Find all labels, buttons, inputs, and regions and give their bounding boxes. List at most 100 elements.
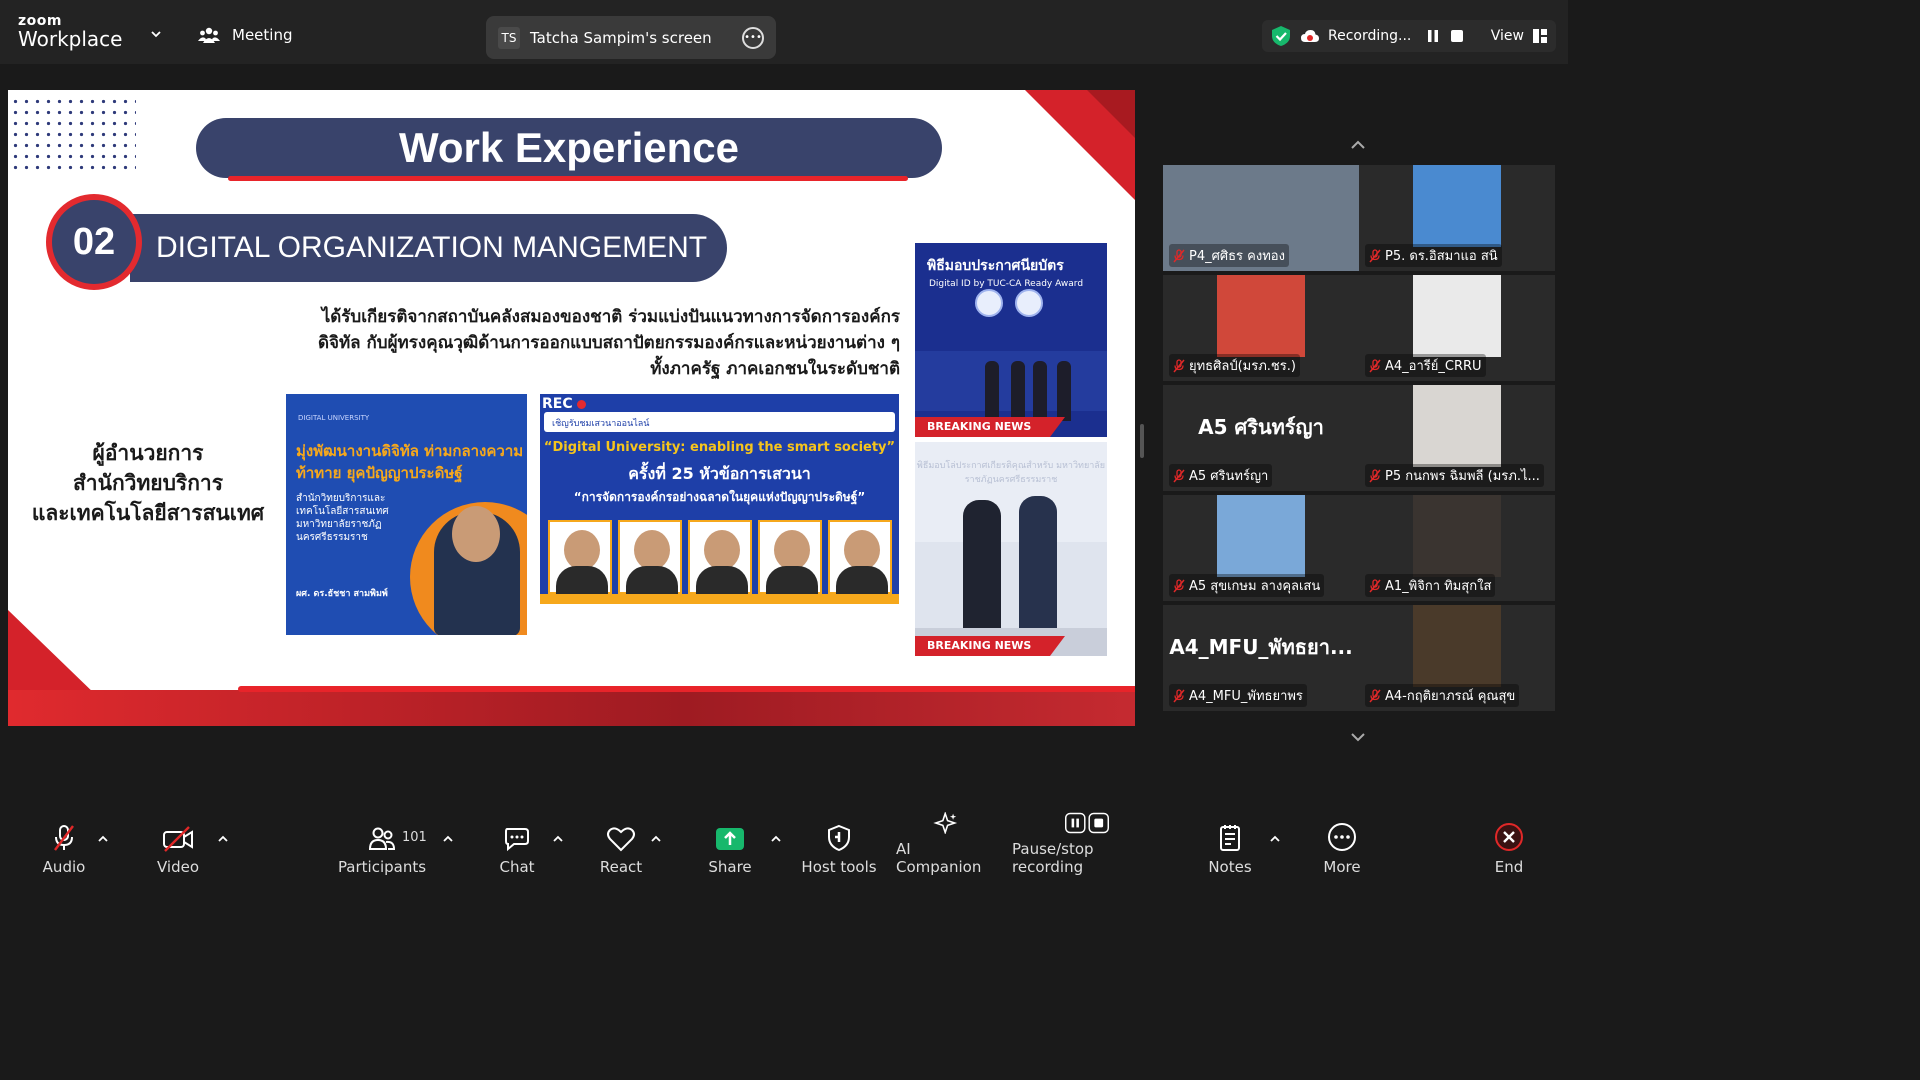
slide-description: ได้รับเกียรติจากสถาบันคลังสมองของชาติ ร่… xyxy=(317,307,900,379)
breaking-news-label: BREAKING NEWS xyxy=(915,417,1065,437)
shield-check-icon[interactable] xyxy=(1270,25,1292,47)
caret-up-icon[interactable] xyxy=(1269,834,1281,844)
participant-video xyxy=(1217,275,1305,357)
shield-icon xyxy=(828,824,850,852)
participant-tile[interactable]: A4_อารีย์_CRRU xyxy=(1359,275,1555,381)
react-button[interactable]: React xyxy=(598,812,644,882)
role-text: ผู้อำนวยการ สำนักวิทยบริการ และเทคโนโลยี… xyxy=(16,438,280,528)
caret-up-icon[interactable] xyxy=(97,834,109,844)
view-layout-icon xyxy=(1533,29,1547,43)
stop-recording-icon[interactable] xyxy=(1449,28,1465,44)
participant-tile[interactable]: P5 กนกพร ฉิมพลี (มรภ.ไ... xyxy=(1359,385,1555,491)
muted-mic-icon xyxy=(1369,688,1381,702)
participant-name-label: A1_พิจิกา ทิมสุกใส xyxy=(1365,574,1496,597)
participant-name-label: A5 สุขเกษม ลางคุลเสน xyxy=(1169,574,1325,597)
participant-name-label: P5 กนกพร ฉิมพลี (มรภ.ไ... xyxy=(1365,464,1544,487)
chevron-down-icon[interactable] xyxy=(1349,728,1367,746)
chat-button[interactable]: Chat xyxy=(494,812,540,882)
ceremony-wall-text: พิธีมอบโล่ประกาศเกียรติคุณสำหรับ มหาวิทย… xyxy=(915,442,1107,542)
speaker-name-strip xyxy=(540,594,899,604)
participant-name-label: P5. ดร.อิสมาแอ สนิ xyxy=(1365,244,1502,267)
caret-up-icon[interactable] xyxy=(770,834,782,844)
muted-mic-icon xyxy=(1173,468,1185,482)
chevron-down-icon[interactable] xyxy=(150,28,162,40)
participant-name-display: A4_MFU_พัทธยา... xyxy=(1169,635,1353,659)
rec-dot-icon xyxy=(576,399,586,409)
participant-tile[interactable]: P5. ดร.อิสมาแอ สนิ xyxy=(1359,165,1555,271)
speaker-photo xyxy=(548,520,612,596)
participant-video xyxy=(1413,275,1501,357)
participants-button[interactable]: Participants xyxy=(338,812,426,882)
person-figure xyxy=(985,361,999,421)
participant-name-label: ยุทธศิลป์(มรภ.ชร.) xyxy=(1169,354,1300,377)
participant-name: A4_อารีย์_CRRU xyxy=(1385,359,1482,374)
participant-tile[interactable]: ยุทธศิลป์(มรภ.ชร.) xyxy=(1163,275,1359,381)
notes-icon xyxy=(1220,825,1240,851)
end-label: End xyxy=(1494,858,1524,876)
participant-tile[interactable]: A1_พิจิกา ทิมสุกใส xyxy=(1359,495,1555,601)
more-options-icon[interactable]: ••• xyxy=(742,26,764,49)
muted-mic-icon xyxy=(54,825,74,851)
section-number-badge: 02 xyxy=(46,194,142,290)
rec-indicator: REC xyxy=(542,396,586,412)
meeting-toolbar: Audio Video Participants 101 Chat React … xyxy=(0,812,1568,882)
bottom-red-line xyxy=(238,686,1135,692)
slide-title: Work Experience xyxy=(196,118,942,178)
participants-icon xyxy=(368,827,396,850)
end-meeting-button[interactable]: End xyxy=(1488,812,1530,882)
participant-video xyxy=(1413,605,1501,687)
pause-stop-recording-button[interactable]: Pause/stop recording xyxy=(1012,812,1162,882)
participant-tile[interactable]: A5 สุขเกษม ลางคุลเสน xyxy=(1163,495,1359,601)
caret-up-icon[interactable] xyxy=(552,834,564,844)
host-tools-button[interactable]: Host tools xyxy=(800,812,878,882)
pause-recording-icon[interactable] xyxy=(1425,28,1441,44)
shared-screen: Work Experience DIGITAL ORGANIZATION MAN… xyxy=(8,90,1135,726)
notes-label: Notes xyxy=(1208,858,1252,876)
screen-share-label: Tatcha Sampim's screen xyxy=(530,28,712,47)
poster-subtext: สำนักวิทยบริการและเทคโนโลยีสารสนเทศ มหาว… xyxy=(296,493,389,543)
recording-status: Recording... xyxy=(1328,28,1412,44)
participant-name: A4-กฤติยาภรณ์ คุณสุข xyxy=(1385,689,1516,704)
caret-up-icon[interactable] xyxy=(442,834,454,844)
view-button[interactable]: View xyxy=(1491,28,1548,44)
more-icon xyxy=(1328,823,1356,851)
pause-stop-label: Pause/stop recording xyxy=(1012,840,1094,876)
muted-mic-icon xyxy=(1369,358,1381,372)
meeting-info-button[interactable]: Meeting xyxy=(198,26,292,44)
bottom-red-band xyxy=(8,690,1135,726)
participant-tile[interactable]: A4-กฤติยาภรณ์ คุณสุข xyxy=(1359,605,1555,711)
participant-tile[interactable]: A5 ศรินทร์ญา A5 ศรินทร์ญา xyxy=(1163,385,1359,491)
title-underline xyxy=(228,176,908,181)
chevron-up-icon[interactable] xyxy=(1349,136,1367,154)
participant-name-label: A4_อารีย์_CRRU xyxy=(1365,354,1486,377)
audio-button[interactable]: Audio xyxy=(38,812,90,882)
person-figure xyxy=(1033,361,1047,421)
speaker-photo xyxy=(758,520,822,596)
zoom-logo: zoom Workplace xyxy=(18,14,122,49)
award-subtitle: Digital ID by TUC-CA Ready Award xyxy=(929,279,1084,289)
participant-name: P5 กนกพร ฉิมพลี (มรภ.ไ... xyxy=(1385,469,1540,484)
participant-name: A5 สุขเกษม ลางคุลเสน xyxy=(1189,579,1321,594)
person-figure xyxy=(1057,361,1071,421)
caret-up-icon[interactable] xyxy=(217,834,229,844)
seal-icon xyxy=(975,289,1003,317)
participant-name: ยุทธศิลป์(มรภ.ชร.) xyxy=(1189,359,1296,374)
pause-stop-icon xyxy=(1065,812,1109,834)
screen-share-indicator[interactable]: TS Tatcha Sampim's screen ••• xyxy=(486,16,776,59)
poster-header: DIGITAL UNIVERSITY xyxy=(298,414,370,422)
video-button[interactable]: Video xyxy=(152,812,204,882)
role-line-2: สำนักวิทยบริการ xyxy=(72,471,223,495)
speaker-photo xyxy=(688,520,752,596)
participant-tile[interactable]: A4_MFU_พัทธยา... A4_MFU_พัทธยาพร xyxy=(1163,605,1359,711)
participant-tile[interactable]: P4_ศศิธร คงทอง xyxy=(1163,165,1359,271)
notes-button[interactable]: Notes xyxy=(1206,812,1254,882)
role-line-3: และเทคโนโลยีสารสนเทศ xyxy=(31,501,265,525)
ai-companion-button[interactable]: AI Companion xyxy=(896,812,996,882)
seminar-line-2: ครั้งที่ 25 หัวข้อการเสวนา xyxy=(628,464,811,483)
panel-resize-handle[interactable] xyxy=(1140,424,1144,458)
caret-up-icon[interactable] xyxy=(650,834,662,844)
participant-video xyxy=(1413,165,1501,247)
more-button[interactable]: More xyxy=(1320,812,1364,882)
share-button[interactable]: Share xyxy=(707,812,753,882)
participant-name-display: A5 ศรินทร์ญา xyxy=(1198,415,1324,439)
